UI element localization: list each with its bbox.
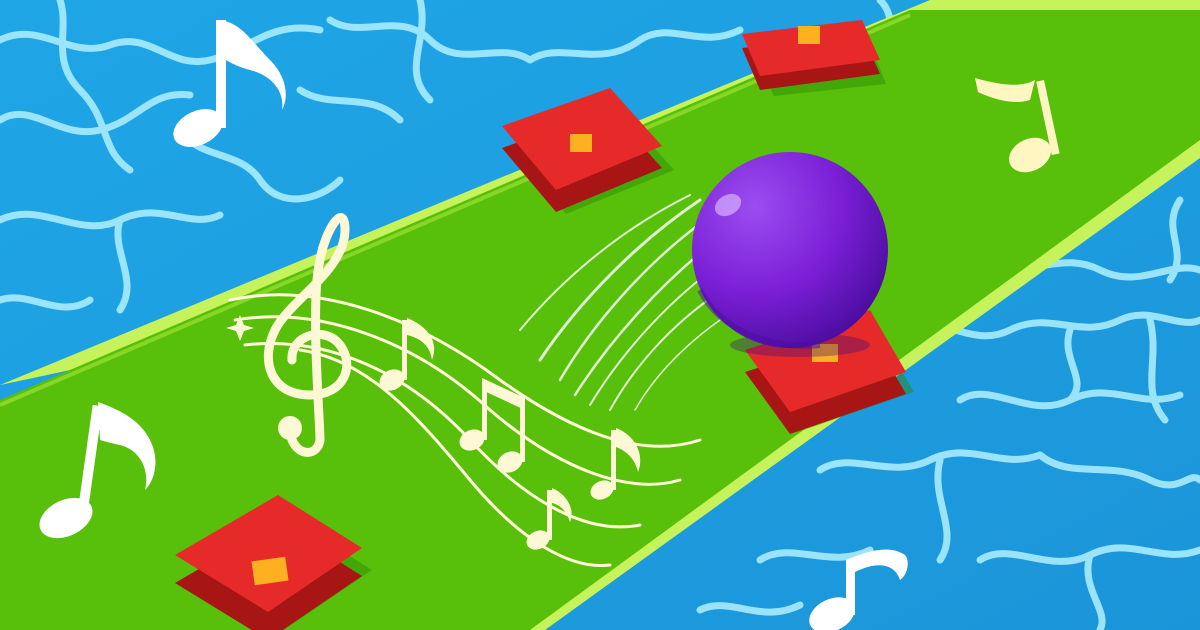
tile-marker (798, 26, 820, 44)
tile-marker (251, 556, 289, 586)
game-scene (0, 0, 1200, 630)
tile-marker (570, 134, 592, 152)
